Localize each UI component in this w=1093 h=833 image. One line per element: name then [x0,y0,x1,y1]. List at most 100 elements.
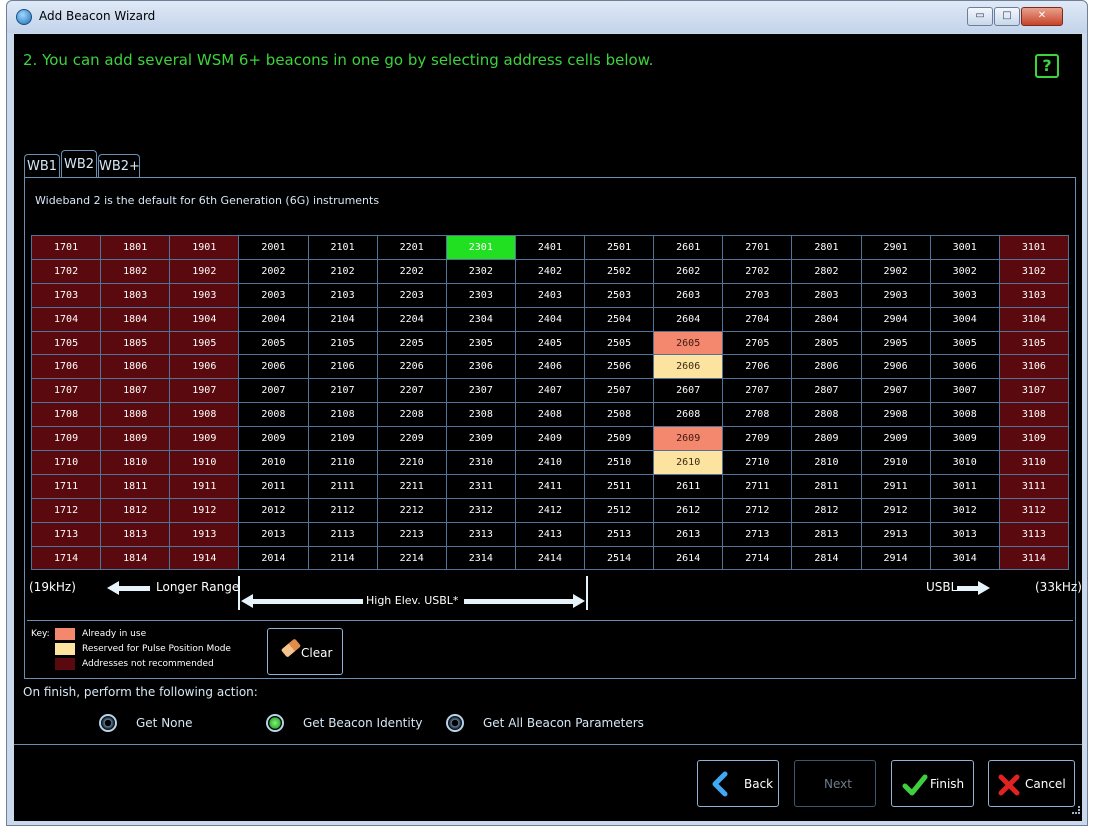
address-cell-3102[interactable]: 3102 [998,258,1070,284]
address-cell-1807[interactable]: 1807 [100,378,171,404]
address-cell-2114[interactable]: 2114 [307,545,378,571]
address-cell-2905[interactable]: 2905 [860,330,931,356]
address-cell-2411[interactable]: 2411 [514,473,586,499]
address-cell-1803[interactable]: 1803 [100,282,171,308]
tab-wb2[interactable]: WB2 [61,150,97,178]
address-cell-2402[interactable]: 2402 [514,258,586,284]
address-cell-2613[interactable]: 2613 [653,521,724,547]
address-cell-2501[interactable]: 2501 [583,235,655,260]
address-cell-2101[interactable]: 2101 [307,235,378,260]
address-cell-2104[interactable]: 2104 [307,306,378,332]
address-cell-2609[interactable]: 2609 [653,426,724,452]
address-cell-3005[interactable]: 3005 [929,330,1000,356]
address-cell-2112[interactable]: 2112 [307,497,378,523]
radio-get-all-parameters-label[interactable]: Get All Beacon Parameters [483,716,644,730]
address-cell-3007[interactable]: 3007 [929,378,1000,404]
address-cell-2407[interactable]: 2407 [514,378,586,404]
address-cell-2710[interactable]: 2710 [722,450,793,475]
back-button[interactable]: Back [697,760,779,807]
address-cell-2012[interactable]: 2012 [238,497,309,523]
address-cell-2009[interactable]: 2009 [238,426,309,452]
address-cell-2405[interactable]: 2405 [514,330,586,356]
address-cell-2603[interactable]: 2603 [653,282,724,308]
address-cell-2008[interactable]: 2008 [238,402,309,428]
tab-wb2-plus[interactable]: WB2+ [98,154,140,178]
address-cell-2508[interactable]: 2508 [583,402,655,428]
address-cell-3106[interactable]: 3106 [998,354,1070,380]
address-cell-2010[interactable]: 2010 [238,450,309,475]
address-cell-1702[interactable]: 1702 [30,258,102,284]
address-cell-1901[interactable]: 1901 [169,235,240,260]
address-cell-2406[interactable]: 2406 [514,354,586,380]
address-cell-2808[interactable]: 2808 [791,402,862,428]
clear-button[interactable]: Clear [267,628,343,675]
address-cell-3014[interactable]: 3014 [929,545,1000,571]
address-cell-2201[interactable]: 2201 [376,235,447,260]
address-cell-2309[interactable]: 2309 [445,426,516,452]
address-cell-2507[interactable]: 2507 [583,378,655,404]
address-cell-2412[interactable]: 2412 [514,497,586,523]
address-cell-1710[interactable]: 1710 [30,450,102,475]
address-cell-2202[interactable]: 2202 [376,258,447,284]
address-cell-2510[interactable]: 2510 [583,450,655,475]
radio-get-all-parameters[interactable] [446,714,464,732]
address-cell-2404[interactable]: 2404 [514,306,586,332]
address-cell-2714[interactable]: 2714 [722,545,793,571]
address-cell-2514[interactable]: 2514 [583,545,655,571]
address-cell-2110[interactable]: 2110 [307,450,378,475]
address-cell-1709[interactable]: 1709 [30,426,102,452]
address-cell-2209[interactable]: 2209 [376,426,447,452]
address-cell-2513[interactable]: 2513 [583,521,655,547]
radio-get-none[interactable] [99,714,117,732]
address-cell-2512[interactable]: 2512 [583,497,655,523]
address-cell-2102[interactable]: 2102 [307,258,378,284]
address-cell-2707[interactable]: 2707 [722,378,793,404]
address-cell-1706[interactable]: 1706 [30,354,102,380]
address-cell-2204[interactable]: 2204 [376,306,447,332]
address-cell-2704[interactable]: 2704 [722,306,793,332]
address-cell-2413[interactable]: 2413 [514,521,586,547]
address-cell-2206[interactable]: 2206 [376,354,447,380]
address-cell-1802[interactable]: 1802 [100,258,171,284]
address-cell-2310[interactable]: 2310 [445,450,516,475]
address-cell-2311[interactable]: 2311 [445,473,516,499]
address-cell-2610[interactable]: 2610 [653,450,724,475]
address-cell-1812[interactable]: 1812 [100,497,171,523]
address-cell-2904[interactable]: 2904 [860,306,931,332]
address-cell-2803[interactable]: 2803 [791,282,862,308]
address-cell-2313[interactable]: 2313 [445,521,516,547]
address-cell-2907[interactable]: 2907 [860,378,931,404]
address-cell-2711[interactable]: 2711 [722,473,793,499]
address-cell-2906[interactable]: 2906 [860,354,931,380]
address-cell-1913[interactable]: 1913 [169,521,240,547]
address-cell-1903[interactable]: 1903 [169,282,240,308]
address-cell-2607[interactable]: 2607 [653,378,724,404]
address-cell-1713[interactable]: 1713 [30,521,102,547]
address-cell-2712[interactable]: 2712 [722,497,793,523]
address-cell-2812[interactable]: 2812 [791,497,862,523]
maximize-button[interactable]: □ [994,7,1020,26]
address-cell-1714[interactable]: 1714 [30,545,102,571]
address-cell-2805[interactable]: 2805 [791,330,862,356]
address-cell-3009[interactable]: 3009 [929,426,1000,452]
address-cell-2004[interactable]: 2004 [238,306,309,332]
address-cell-2103[interactable]: 2103 [307,282,378,308]
address-cell-2306[interactable]: 2306 [445,354,516,380]
address-cell-1708[interactable]: 1708 [30,402,102,428]
address-cell-1704[interactable]: 1704 [30,306,102,332]
address-cell-2701[interactable]: 2701 [722,235,793,260]
address-cell-2912[interactable]: 2912 [860,497,931,523]
address-cell-2709[interactable]: 2709 [722,426,793,452]
address-cell-3108[interactable]: 3108 [998,402,1070,428]
address-cell-3004[interactable]: 3004 [929,306,1000,332]
address-cell-1810[interactable]: 1810 [100,450,171,475]
address-cell-3008[interactable]: 3008 [929,402,1000,428]
radio-get-beacon-identity-label[interactable]: Get Beacon Identity [303,716,423,730]
address-cell-1809[interactable]: 1809 [100,426,171,452]
address-cell-2011[interactable]: 2011 [238,473,309,499]
address-cell-3113[interactable]: 3113 [998,521,1070,547]
address-cell-2807[interactable]: 2807 [791,378,862,404]
address-cell-2210[interactable]: 2210 [376,450,447,475]
address-cell-1910[interactable]: 1910 [169,450,240,475]
address-cell-3104[interactable]: 3104 [998,306,1070,332]
